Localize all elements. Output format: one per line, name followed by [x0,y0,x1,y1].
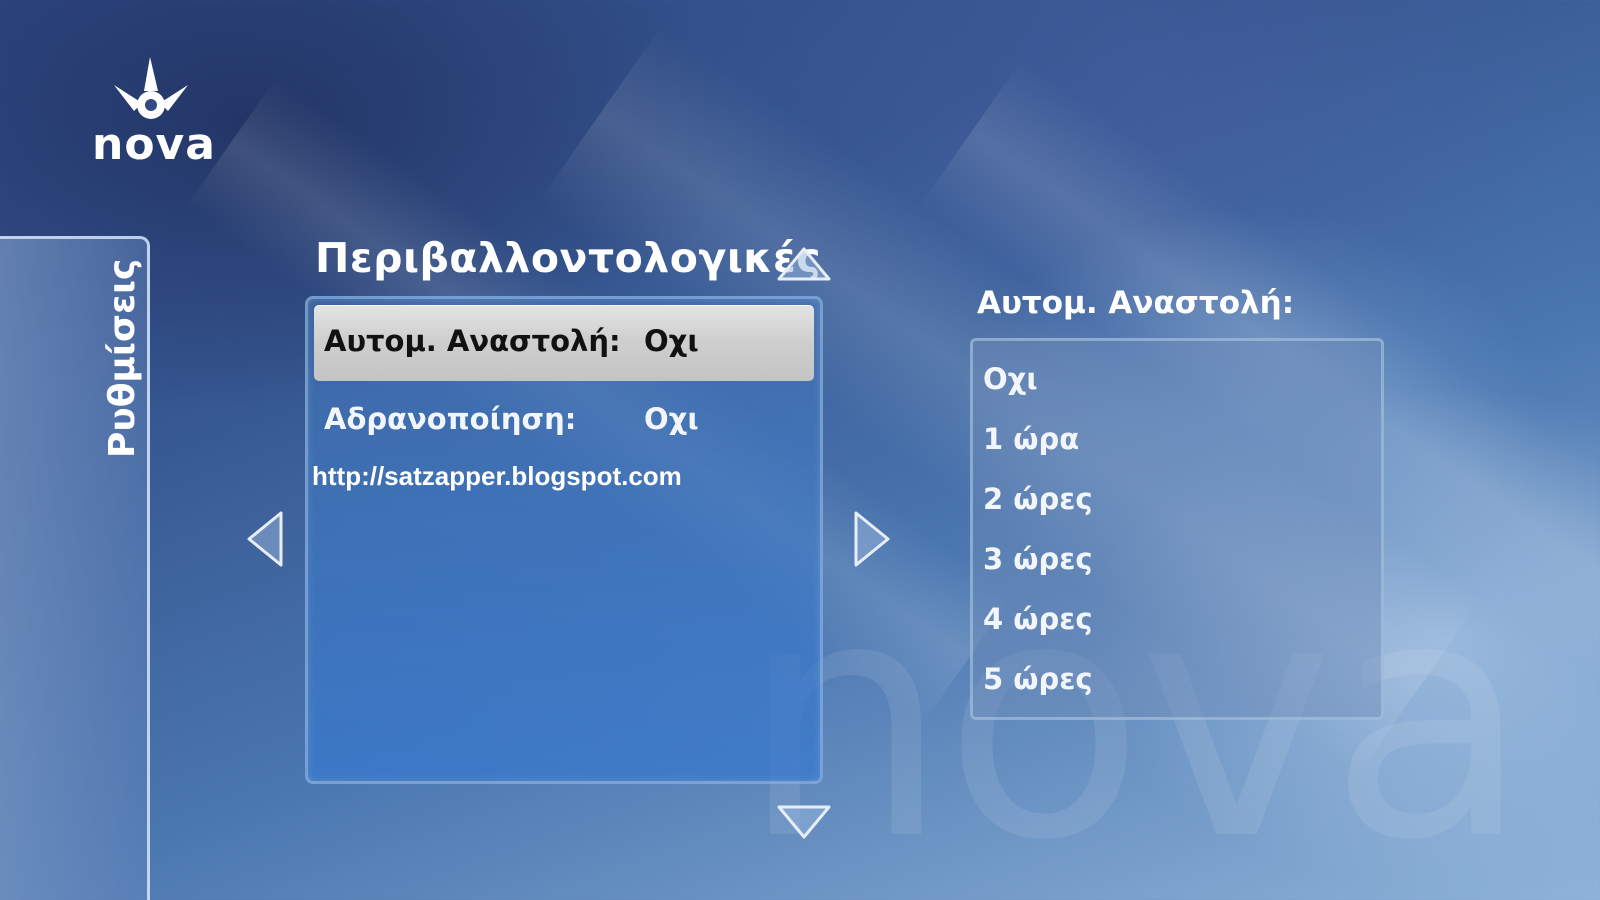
nova-logo: nova [88,55,218,175]
option-item[interactable]: Οχι [983,365,1038,394]
setting-value: Οχι [644,402,699,436]
option-item[interactable]: 3 ώρες [983,545,1093,574]
option-item[interactable]: 2 ώρες [983,485,1093,514]
option-item[interactable]: 1 ώρα [983,425,1079,454]
triangle-right-icon[interactable] [852,510,892,568]
option-item[interactable]: 5 ώρες [983,665,1093,694]
options-list: Οχι 1 ώρα 2 ώρες 3 ώρες 4 ώρες 5 ώρες [970,338,1384,720]
section-title: Περιβαλλοντολογικές [315,234,822,282]
option-item[interactable]: 4 ώρες [983,605,1093,634]
triangle-down-icon[interactable] [776,804,832,840]
options-title: Αυτομ. Αναστολή: [977,285,1295,321]
sidebar-tab-label: Ρυθμίσεις [102,258,143,458]
nova-crown-icon [114,57,188,119]
setting-label: Αδρανοποίηση: [324,402,577,436]
setting-value: Οχι [644,324,699,358]
setting-label: Αυτομ. Αναστολή: [324,324,621,358]
setting-row-auto-standby[interactable]: Αυτομ. Αναστολή: Οχι [314,305,814,381]
setting-row-deactivation[interactable]: Αδρανοποίηση: Οχι [314,383,814,459]
blog-url-text: http://satzapper.blogspot.com [312,461,682,491]
triangle-up-icon[interactable] [776,246,832,282]
logo-wordmark: nova [92,119,216,170]
settings-panel: Αυτομ. Αναστολή: Οχι Αδρανοποίηση: Οχι [305,296,823,784]
triangle-left-icon[interactable] [245,510,285,568]
